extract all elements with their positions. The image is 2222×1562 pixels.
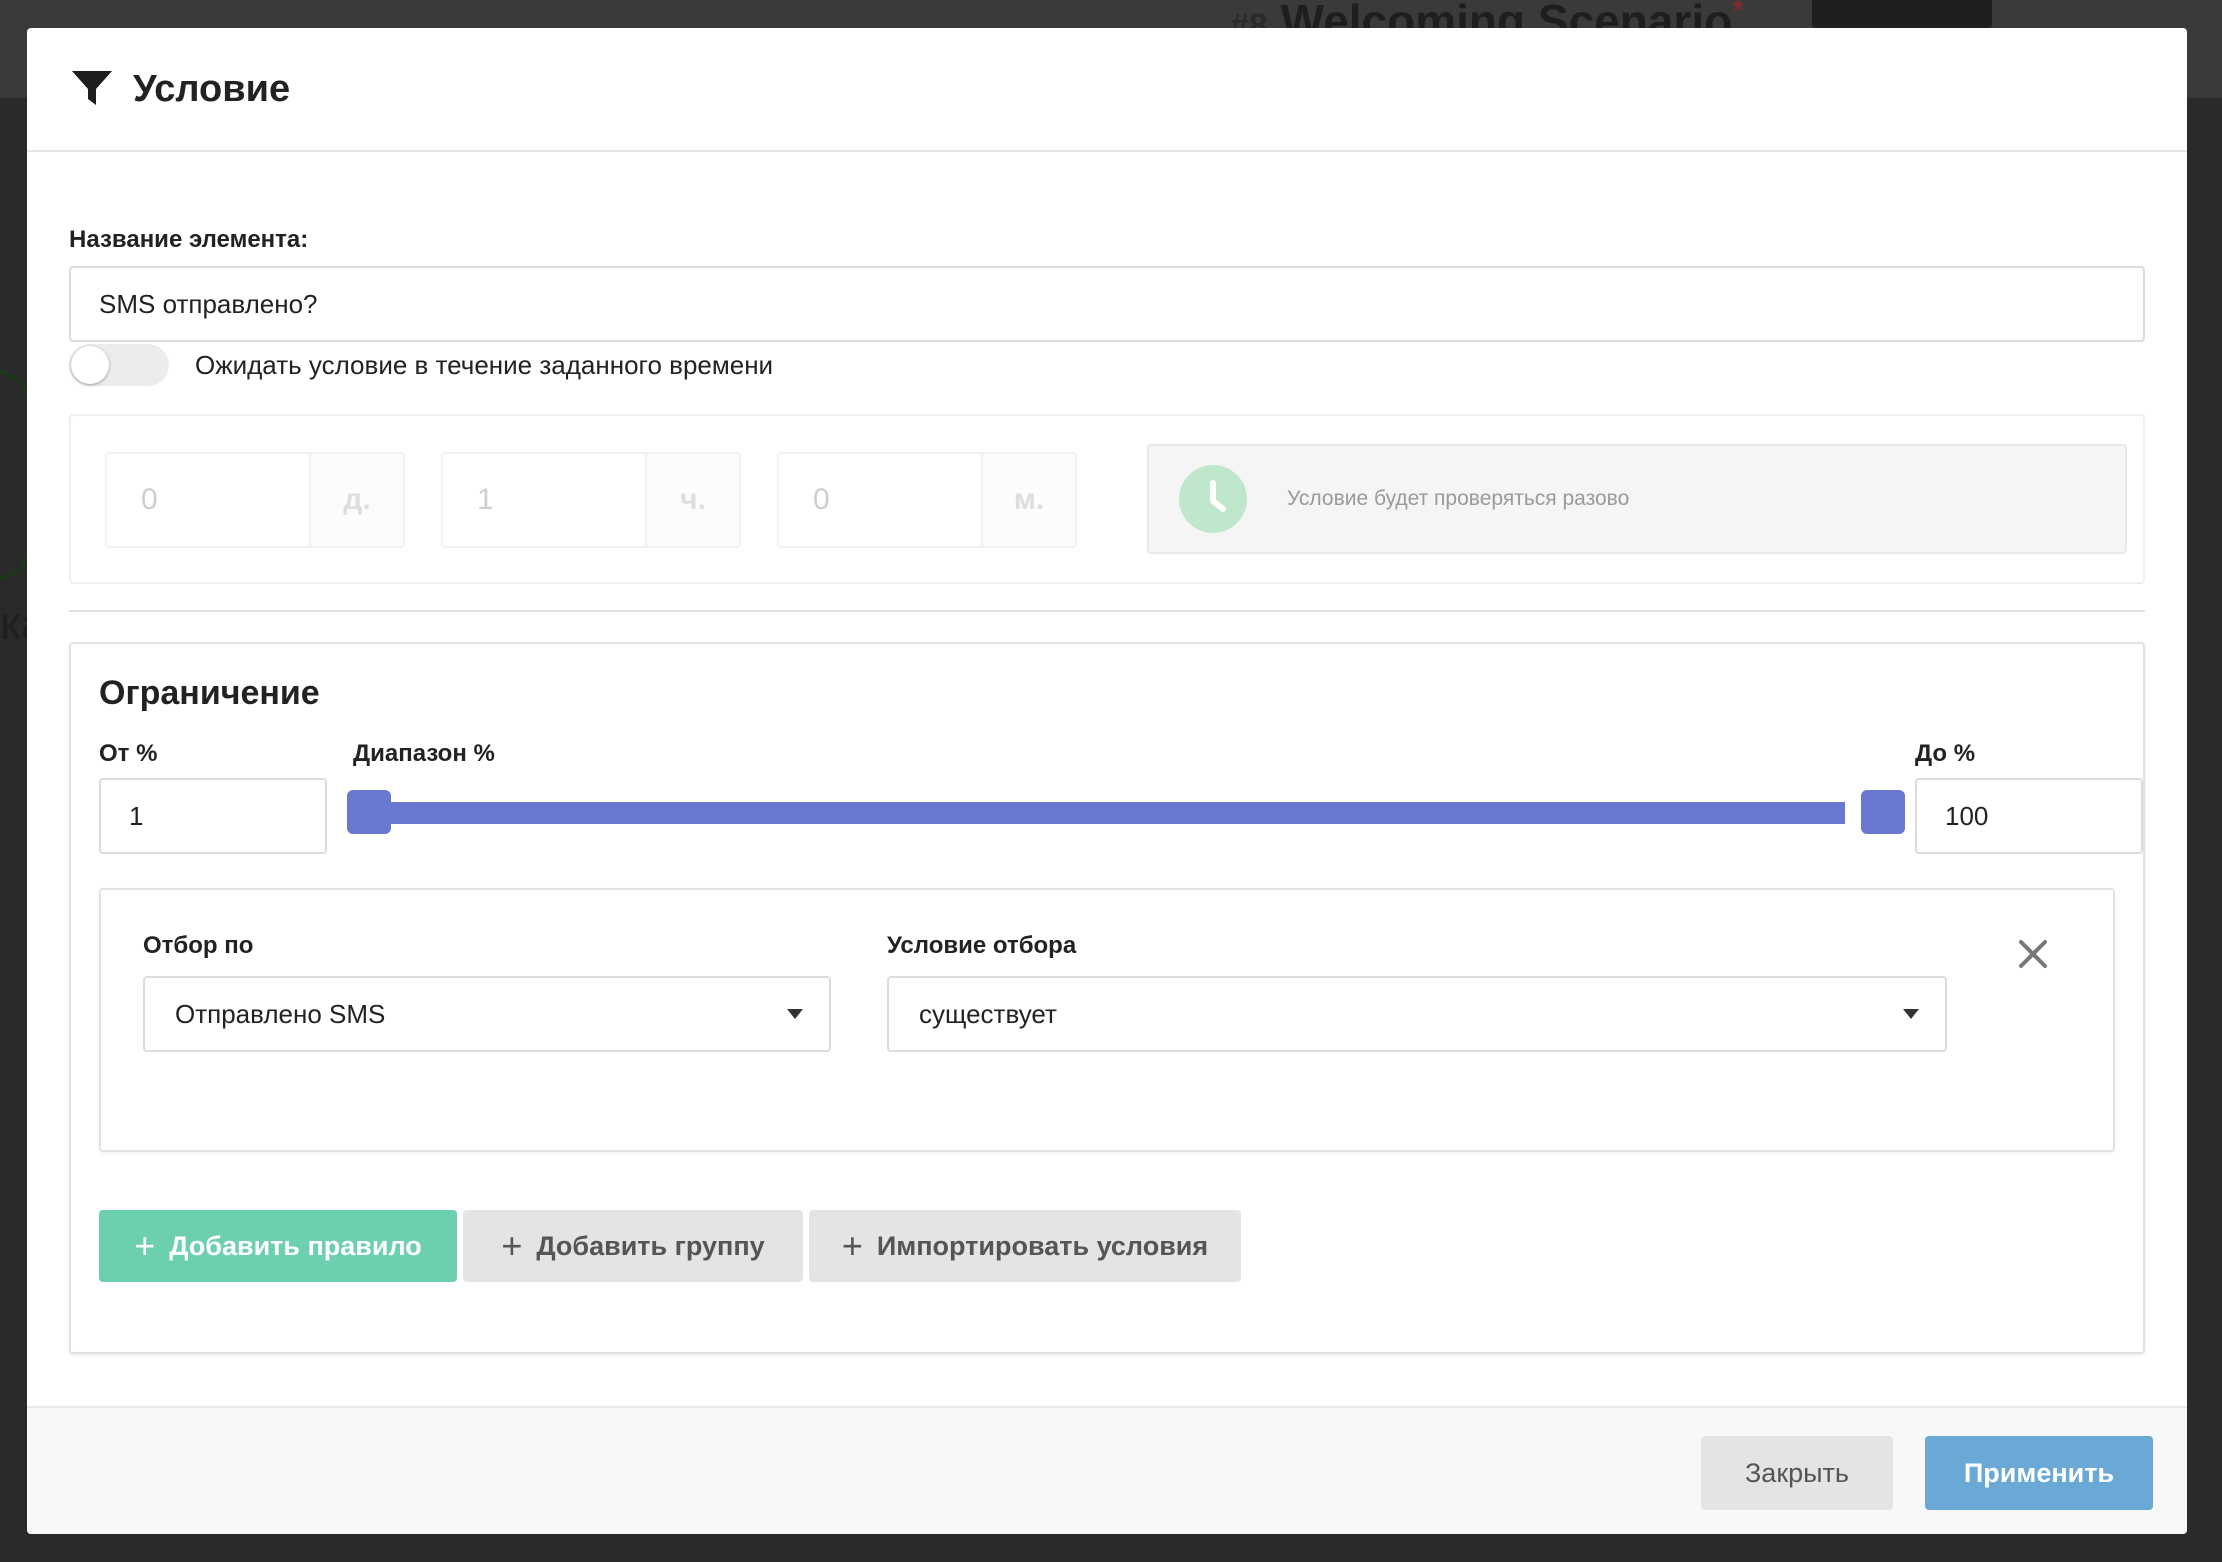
apply-button[interactable]: Применить xyxy=(1925,1436,2153,1510)
condition-modal: Условие Название элемента: SMS отправлен… xyxy=(27,28,2187,1534)
background-node xyxy=(0,370,30,580)
wait-info-box: Условие будет проверяться разово xyxy=(1147,444,2127,554)
filter-by-select[interactable]: Отправлено SMS xyxy=(143,976,831,1052)
hours-field[interactable]: 1 ч. xyxy=(441,452,741,548)
modal-body: Название элемента: SMS отправлено? Ожида… xyxy=(27,152,2187,1406)
remove-rule-icon[interactable] xyxy=(2015,936,2051,972)
clock-icon xyxy=(1179,465,1247,533)
to-percent-input[interactable]: 100 xyxy=(1915,778,2143,854)
filter-icon xyxy=(72,71,112,105)
filter-by-value: Отправлено SMS xyxy=(175,998,386,1029)
close-button[interactable]: Закрыть xyxy=(1701,1436,1893,1510)
element-name-value: SMS отправлено? xyxy=(99,288,318,319)
chevron-down-icon xyxy=(787,1009,803,1019)
section-divider xyxy=(69,610,2145,612)
from-percent-value: 1 xyxy=(129,800,144,831)
import-conditions-button[interactable]: + Импортировать условия xyxy=(809,1210,1241,1282)
filter-by-label: Отбор по xyxy=(143,932,254,959)
limit-panel: Ограничение От % 1 Диапазон % До % 100 О… xyxy=(69,642,2145,1354)
condition-select[interactable]: существует xyxy=(887,976,1947,1052)
range-handle-from[interactable] xyxy=(347,790,391,834)
plus-icon: + xyxy=(134,1225,156,1266)
plus-icon: + xyxy=(501,1225,523,1266)
range-handle-to[interactable] xyxy=(1861,790,1905,834)
condition-label: Условие отбора xyxy=(887,932,1077,959)
from-percent-input[interactable]: 1 xyxy=(99,778,327,854)
limit-title: Ограничение xyxy=(99,674,320,712)
rule-box: Отбор по Отправлено SMS Условие отбора с… xyxy=(99,888,2115,1152)
plus-icon: + xyxy=(841,1225,863,1266)
add-group-button[interactable]: + Добавить группу xyxy=(463,1210,803,1282)
background-button xyxy=(1812,0,1992,28)
minutes-field[interactable]: 0 м. xyxy=(777,452,1077,548)
wait-info-text: Условие будет проверяться разово xyxy=(1287,487,1630,510)
hours-unit: ч. xyxy=(645,454,739,546)
add-rule-label: Добавить правило xyxy=(169,1230,422,1261)
to-percent-value: 100 xyxy=(1945,800,1989,831)
add-group-label: Добавить группу xyxy=(536,1230,765,1261)
to-percent-label: До % xyxy=(1915,740,1976,767)
range-label: Диапазон % xyxy=(353,740,495,767)
days-value: 0 xyxy=(141,483,158,516)
element-name-input[interactable]: SMS отправлено? xyxy=(69,266,2145,342)
condition-value: существует xyxy=(919,998,1057,1029)
days-field[interactable]: 0 д. xyxy=(105,452,405,548)
modal-footer: Закрыть Применить xyxy=(27,1406,2187,1534)
wait-time-panel: 0 д. 1 ч. 0 м. Условие будет проверяться… xyxy=(69,414,2145,584)
toggle-knob xyxy=(71,346,109,384)
apply-button-label: Применить xyxy=(1963,1457,2115,1488)
days-unit: д. xyxy=(309,454,403,546)
range-slider-track[interactable] xyxy=(349,802,1845,824)
modal-title: Условие xyxy=(133,67,291,110)
minutes-value: 0 xyxy=(813,483,830,516)
wait-toggle-label: Ожидать условие в течение заданного врем… xyxy=(195,350,774,380)
minutes-unit: м. xyxy=(981,454,1075,546)
modal-header: Условие xyxy=(27,28,2187,152)
add-rule-button[interactable]: + Добавить правило xyxy=(99,1210,457,1282)
wait-toggle[interactable] xyxy=(69,344,169,386)
hours-value: 1 xyxy=(477,483,494,516)
from-percent-label: От % xyxy=(99,740,158,767)
element-name-label: Название элемента: xyxy=(69,226,309,253)
import-conditions-label: Импортировать условия xyxy=(876,1230,1209,1261)
chevron-down-icon xyxy=(1903,1009,1919,1019)
close-button-label: Закрыть xyxy=(1745,1457,1849,1488)
